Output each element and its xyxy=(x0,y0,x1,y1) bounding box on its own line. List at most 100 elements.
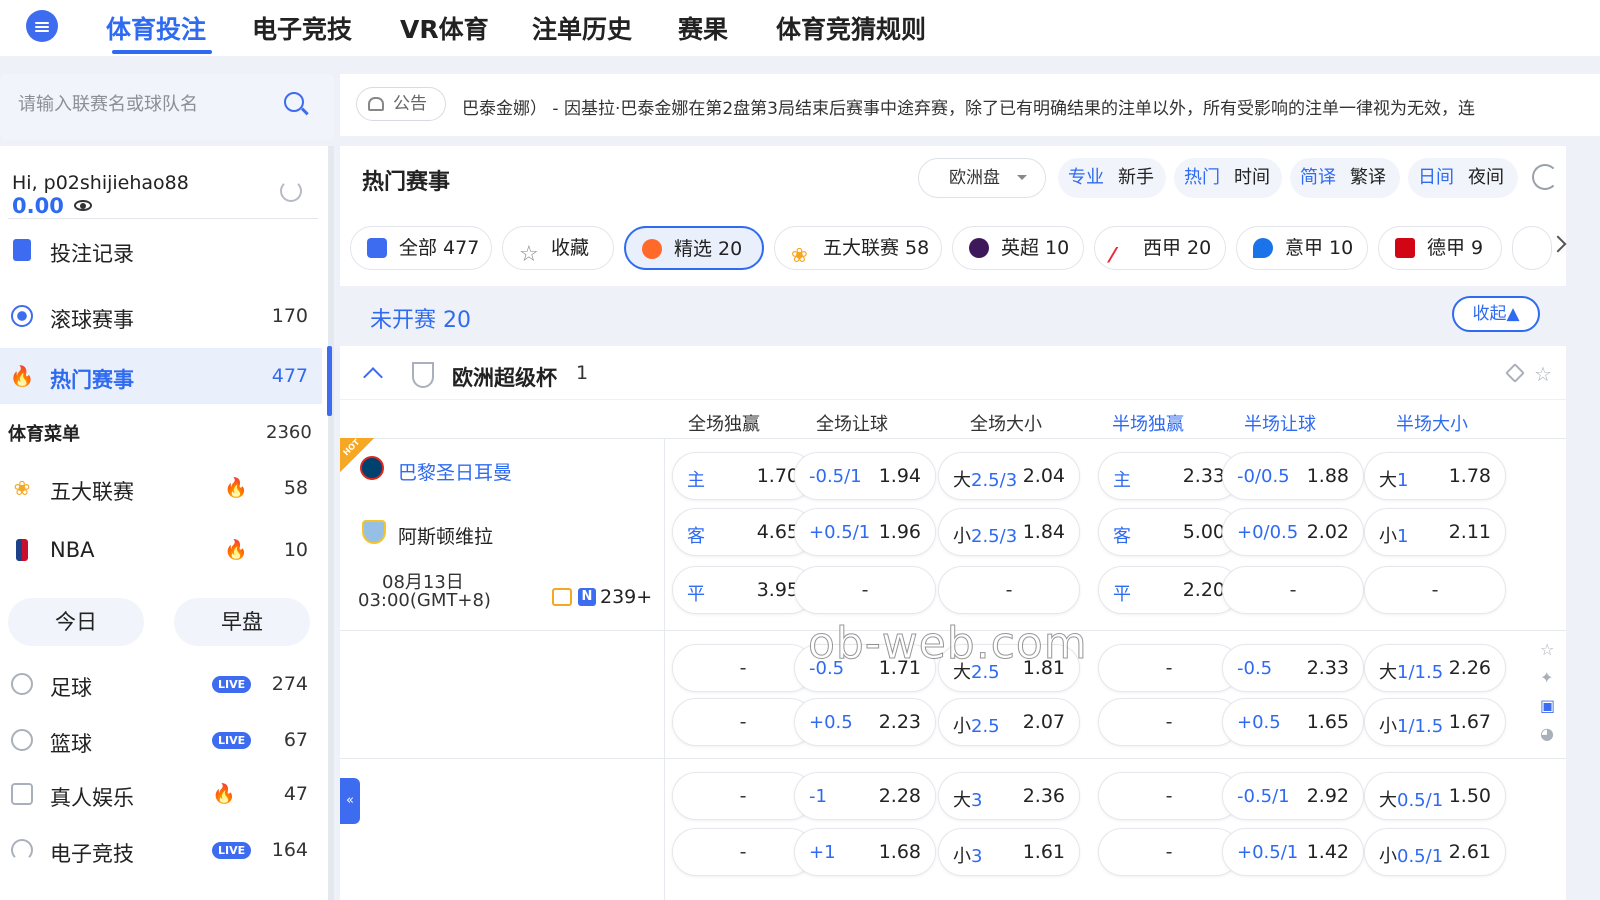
nav-rules[interactable]: 体育竞猜规则 xyxy=(776,10,926,46)
chip-more[interactable] xyxy=(1512,226,1552,270)
sidebar-collapse-button[interactable]: « xyxy=(340,778,360,824)
chip-all[interactable]: 全部 477 xyxy=(350,226,492,270)
odds-cell[interactable]: 小1 2.11 xyxy=(1364,508,1506,556)
odds-cell[interactable]: 小3 1.61 xyxy=(938,828,1080,876)
odds-cell[interactable]: 大3 2.36 xyxy=(938,772,1080,820)
chart-icon[interactable]: ◕ xyxy=(1540,724,1554,743)
odds-cell[interactable]: - xyxy=(794,566,936,614)
odds-cell[interactable]: - xyxy=(672,698,814,746)
odds-cell[interactable]: - xyxy=(1222,566,1364,614)
odds-cell[interactable]: 大0.5/1 1.50 xyxy=(1364,772,1506,820)
odds-cell[interactable]: - xyxy=(1098,698,1240,746)
sidebar-item-label: 篮球 xyxy=(50,732,92,756)
odds-cell[interactable]: - xyxy=(1098,772,1240,820)
tab-today[interactable]: 今日 xyxy=(8,598,144,646)
sidebar-item-nba[interactable]: NBA 🔥 10 xyxy=(0,522,322,578)
odds-cell[interactable]: 小1/1.5 1.67 xyxy=(1364,698,1506,746)
odds-cell[interactable]: - xyxy=(938,566,1080,614)
nav-esports[interactable]: 电子竞技 xyxy=(252,10,352,46)
toggle-simplified-traditional[interactable]: 简译 繁译 xyxy=(1290,158,1400,198)
odds-cell[interactable]: 客 4.65 xyxy=(672,508,814,556)
sidebar-item-esports[interactable]: 电子竞技 LIVE 164 xyxy=(0,822,322,878)
chip-premier-league[interactable]: 英超 10 xyxy=(952,226,1084,270)
search-input[interactable] xyxy=(18,94,278,115)
sidebar-scrollbar-thumb[interactable] xyxy=(327,346,332,416)
toggle-option-time[interactable]: 时间 xyxy=(1234,167,1270,188)
odds-cell[interactable]: +0.5/1 1.42 xyxy=(1222,828,1364,876)
nav-sports-betting[interactable]: 体育投注 xyxy=(106,10,206,46)
odds-type-select[interactable]: 欧洲盘 xyxy=(918,158,1046,198)
sidebar-item-top5-leagues[interactable]: ❀ 五大联赛 🔥 58 xyxy=(0,460,322,516)
sidebar-item-live-matches[interactable]: 滚球赛事 170 xyxy=(0,288,322,344)
search-icon[interactable] xyxy=(284,92,304,112)
toggle-pro-novice[interactable]: 专业 新手 xyxy=(1058,158,1166,198)
odds-cell[interactable]: 客 5.00 xyxy=(1098,508,1240,556)
sidebar-scrollbar[interactable] xyxy=(328,146,334,900)
toggle-option-simplified[interactable]: 简译 xyxy=(1300,167,1336,188)
odds-cell[interactable]: 小2.5 2.07 xyxy=(938,698,1080,746)
odds-cell[interactable]: - xyxy=(1364,566,1506,614)
chip-la-liga[interactable]: ⁄ 西甲 20 xyxy=(1094,226,1226,270)
more-markets-link[interactable]: 239+ xyxy=(600,586,652,608)
toggle-option-night[interactable]: 夜间 xyxy=(1468,167,1504,188)
odds-cell[interactable]: - xyxy=(1098,644,1240,692)
team-away[interactable]: 阿斯顿维拉 xyxy=(398,522,493,549)
odds-cell[interactable]: -0.5/1 1.94 xyxy=(794,452,936,500)
tab-early[interactable]: 早盘 xyxy=(174,598,310,646)
chip-favorites[interactable]: ☆ 收藏 xyxy=(502,226,614,270)
sidebar-item-basketball[interactable]: 篮球 LIVE 67 xyxy=(0,712,322,768)
star-icon[interactable]: ☆ xyxy=(1534,362,1552,386)
odds-cell[interactable]: +0.5 1.65 xyxy=(1222,698,1364,746)
chip-serie-a[interactable]: 意甲 10 xyxy=(1236,226,1368,270)
star-icon[interactable]: ☆ xyxy=(1540,640,1554,659)
odds-cell[interactable]: 大1 1.78 xyxy=(1364,452,1506,500)
odds-cell[interactable]: -0/0.5 1.88 xyxy=(1222,452,1364,500)
odds-cell[interactable]: - xyxy=(672,772,814,820)
toggle-hot-time[interactable]: 热门 时间 xyxy=(1174,158,1282,198)
odds-cell[interactable]: +1 1.68 xyxy=(794,828,936,876)
odds-cell[interactable]: -0.5/1 2.92 xyxy=(1222,772,1364,820)
sidebar-item-bet-records[interactable]: 投注记录 xyxy=(0,222,322,278)
sidebar-item-live-casino[interactable]: 真人娱乐 🔥 47 xyxy=(0,766,322,822)
announcement-text[interactable]: 巴泰金娜） - 因基拉·巴泰金娜在第2盘第3局结束后赛事中途弃赛，除了已有明确结… xyxy=(462,94,1592,119)
odds-cell[interactable]: 主 1.70 xyxy=(672,452,814,500)
odds-cell[interactable]: 平 3.95 xyxy=(672,566,814,614)
eye-icon[interactable] xyxy=(74,200,92,211)
odds-cell[interactable]: 主 2.33 xyxy=(1098,452,1240,500)
odds-cell[interactable]: - xyxy=(672,828,814,876)
chip-featured[interactable]: 精选 20 xyxy=(624,226,764,270)
toggle-option-pro[interactable]: 专业 xyxy=(1068,167,1104,188)
toggle-option-hot[interactable]: 热门 xyxy=(1184,167,1220,188)
menu-icon[interactable] xyxy=(26,10,58,42)
odds-cell[interactable]: 小0.5/1 2.61 xyxy=(1364,828,1506,876)
refresh-icon[interactable] xyxy=(1532,164,1558,190)
sidebar-item-hot-matches[interactable]: 🔥 热门赛事 477 xyxy=(0,348,322,404)
collapse-button[interactable]: 收起▲ xyxy=(1452,296,1540,332)
toggle-day-night[interactable]: 日间 夜间 xyxy=(1408,158,1518,198)
odds-cell[interactable]: +0/0.5 2.02 xyxy=(1222,508,1364,556)
odds-cell[interactable]: 大1/1.5 2.26 xyxy=(1364,644,1506,692)
odds-cell[interactable]: - xyxy=(672,644,814,692)
pin-icon[interactable]: ✦ xyxy=(1540,668,1553,687)
chip-bundesliga[interactable]: 德甲 9 xyxy=(1378,226,1502,270)
nav-vr-sports[interactable]: VR体育 xyxy=(400,10,489,46)
team-home[interactable]: 巴黎圣日耳曼 xyxy=(398,458,512,485)
chip-top5-leagues[interactable]: ❀ 五大联赛 58 xyxy=(774,226,942,270)
sidebar-item-football[interactable]: 足球 LIVE 274 xyxy=(0,656,322,712)
toggle-option-traditional[interactable]: 繁译 xyxy=(1350,167,1386,188)
tv-icon[interactable] xyxy=(552,588,572,606)
toggle-option-novice[interactable]: 新手 xyxy=(1118,167,1154,188)
odds-cell[interactable]: 平 2.20 xyxy=(1098,566,1240,614)
nav-results[interactable]: 赛果 xyxy=(678,10,728,46)
odds-cell[interactable]: 大2.5/3 2.04 xyxy=(938,452,1080,500)
odds-cell[interactable]: 小2.5/3 1.84 xyxy=(938,508,1080,556)
odds-cell[interactable]: -1 2.28 xyxy=(794,772,936,820)
refresh-balance-icon[interactable] xyxy=(280,180,302,202)
odds-cell[interactable]: +0.5 2.23 xyxy=(794,698,936,746)
odds-cell[interactable]: - xyxy=(1098,828,1240,876)
toggle-option-day[interactable]: 日间 xyxy=(1418,167,1454,188)
nav-bet-history[interactable]: 注单历史 xyxy=(532,10,632,46)
odds-cell[interactable]: -0.5 2.33 xyxy=(1222,644,1364,692)
odds-cell[interactable]: +0.5/1 1.96 xyxy=(794,508,936,556)
tv-icon[interactable]: ▣ xyxy=(1540,696,1555,715)
